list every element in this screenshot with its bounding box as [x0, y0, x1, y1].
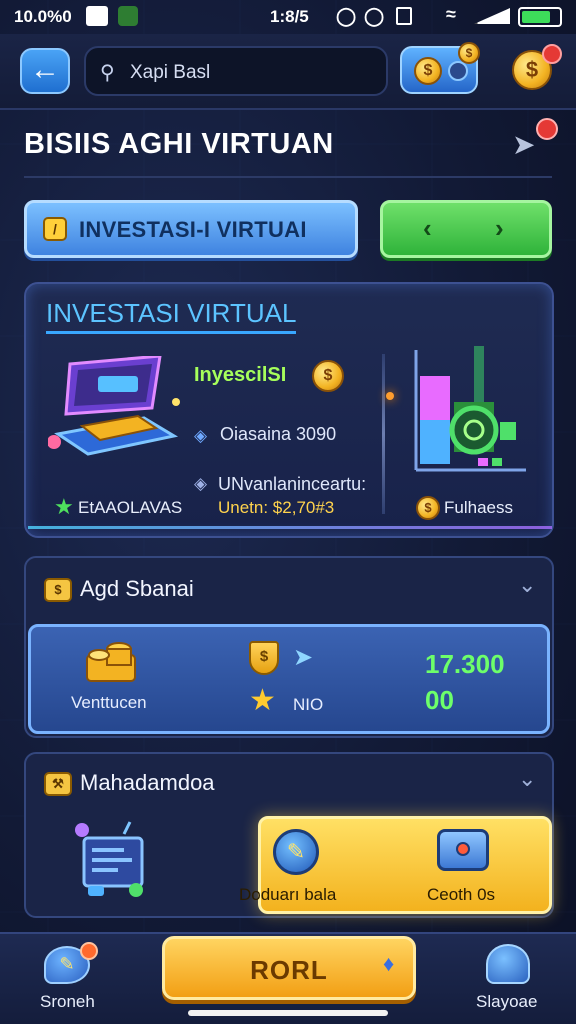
status-bar: 10.0%0 1:8/5 ◯ ◯ ≈	[0, 0, 576, 34]
signal-icon	[474, 8, 510, 24]
sync-icon: ◯	[336, 6, 357, 26]
stat-line: Oiasaina 3090	[220, 424, 337, 444]
status-center-text: 1:8/5	[270, 7, 309, 26]
action-card[interactable]: ✎ Doduarı bala Ceoth 0s	[239, 816, 552, 914]
search-icon: ⚲	[100, 62, 115, 84]
nav-label[interactable]: Slayoae	[476, 992, 537, 1012]
info-icon: ◈	[194, 426, 208, 445]
panel-title: Agd Sbanai	[80, 576, 194, 601]
summary-value: 17.300	[425, 649, 505, 679]
chevron-down-icon[interactable]: ⌄	[518, 572, 536, 598]
panel-title: Mahadamdoa	[80, 770, 215, 795]
glow-dot	[386, 392, 394, 400]
action-label: Doduarı bala	[239, 885, 337, 904]
hammer-icon: ⚒	[44, 772, 72, 796]
chart-illustration-icon	[414, 346, 526, 472]
investment-subtitle: InyescilSI	[194, 364, 287, 386]
coin-stack-icon	[86, 642, 136, 682]
coin-badge-icon: $	[458, 42, 480, 64]
nfc-icon	[396, 7, 412, 25]
summary-label: NIO	[293, 695, 324, 714]
main-action-button[interactable]: RORL ♦	[162, 936, 416, 1000]
coin-icon: $	[414, 57, 442, 85]
notification-badge	[542, 44, 562, 64]
notification-badge	[536, 118, 558, 140]
divider	[382, 354, 385, 514]
star-label: EtAAOLAVAS	[78, 498, 183, 517]
mahadamdoa-panel[interactable]: ⚒ Mahadamdoa ⌄ ✎ Doduarı bala Ceoth 0s	[24, 752, 554, 918]
prev-arrow-icon[interactable]: ‹	[423, 213, 432, 244]
link-icon	[448, 61, 468, 81]
page-title: BISIIS AGHI VIRTUAN	[24, 128, 334, 160]
top-bar: ← ⚲ Xapi Basl $ $ $	[0, 34, 576, 110]
star-icon: ★	[249, 684, 276, 717]
tab-label: INVESTASI-I VIRTUAI	[79, 217, 307, 242]
coin-icon: $	[312, 360, 344, 392]
fund-label: Fulhaess	[444, 498, 513, 517]
battery-icon	[518, 7, 562, 27]
divider	[24, 176, 552, 178]
investasi-panel[interactable]: INVESTASI VIRTUAL InyescilSI $ ◈ Oiasain…	[24, 282, 554, 538]
next-arrow-icon[interactable]: ›	[495, 213, 504, 244]
stat-line: UNvanlaninceartu:	[218, 474, 367, 494]
agd-panel[interactable]: $ Agd Sbanai ⌄ Venttucen $ ➤ ★ NIO 17.30…	[24, 556, 554, 738]
coin-icon: $	[416, 496, 440, 520]
summary-value: 00	[425, 685, 454, 715]
panel-title: INVESTASI VIRTUAL	[46, 298, 297, 334]
star-icon: ★	[54, 494, 74, 519]
pencil-icon: /	[43, 217, 67, 241]
tab-investasi-virtual[interactable]: / INVESTASI-I VIRTUAI	[24, 200, 358, 258]
photo-icon	[86, 6, 108, 26]
home-indicator	[188, 1010, 388, 1016]
action-label: Ceoth 0s	[427, 885, 496, 904]
nav-label[interactable]: Sroneh	[40, 992, 95, 1012]
dashboard-illustration-icon	[75, 821, 144, 897]
search-placeholder: Xapi Basl	[130, 62, 211, 83]
main-action-label: RORL	[250, 955, 328, 985]
glow-line	[28, 526, 552, 529]
status-time: 10.0%0	[14, 7, 72, 26]
search-input[interactable]: ⚲ Xapi Basl	[84, 46, 388, 96]
pen-icon: ✎	[273, 829, 319, 875]
laptop-illustration-icon	[48, 356, 180, 456]
chevron-down-icon[interactable]: ⌄	[518, 766, 536, 792]
stat-value: Unetn: $2,70#3	[218, 498, 335, 517]
agd-summary-card[interactable]: Venttucen $ ➤ ★ NIO 17.300 00	[28, 624, 550, 734]
notification-badge	[80, 942, 98, 960]
wifi-icon: ≈	[446, 4, 456, 24]
summary-label: Venttucen	[71, 693, 147, 712]
shield-icon: ◈	[194, 474, 208, 493]
app-notification-icon	[118, 6, 138, 26]
shield-icon: $	[249, 641, 279, 675]
alarm-icon: ◯	[364, 6, 385, 26]
back-button[interactable]: ←	[20, 48, 70, 94]
device-icon	[437, 829, 489, 871]
profile-icon[interactable]	[486, 944, 530, 984]
pager-buttons: ‹ ›	[380, 200, 552, 258]
wallet-button[interactable]: $ $	[400, 42, 480, 94]
rocket-icon: ➤	[293, 644, 314, 671]
gem-icon: ♦	[383, 951, 395, 976]
money-icon: $	[44, 578, 72, 602]
